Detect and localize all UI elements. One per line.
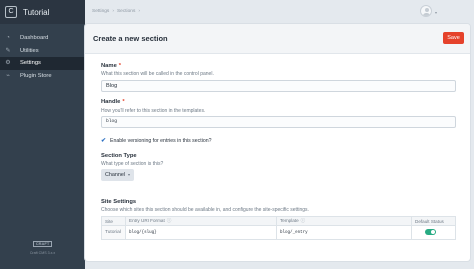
info-icon[interactable]: ⓘ [167,218,172,223]
avatar-body [423,13,430,16]
wrench-icon: ✎ [5,47,11,54]
default-status-cell [411,225,456,240]
name-field-instructions: What this section will be called in the … [101,71,214,77]
sidebar-item-label: Settings [20,60,41,67]
column-header-default-status: Default Status [411,216,456,226]
column-header-uri-format: Entry URI Format ⓘ [125,216,277,226]
sidebar-item-label: Utilities [20,47,39,54]
breadcrumb-sections[interactable]: Sections [117,9,135,14]
site-settings-label: Site Settings [101,199,137,205]
gauge-icon: ◔ [6,35,10,42]
breadcrumb-settings[interactable]: Settings [92,9,109,14]
name-input[interactable]: Blog [101,80,456,92]
site-name: Tutorial [23,7,50,17]
craft-badge: CRAFT [33,241,52,247]
section-type-instructions: What type of section is this? [101,161,164,167]
edition-label: Craft CMS 3.x.x [29,251,56,255]
sidebar-item-label: Dashboard [20,35,49,42]
section-type-value: Channel [105,172,126,178]
breadcrumb-separator: › [138,9,140,14]
sidebar-brand[interactable]: C Tutorial [0,0,85,24]
plug-icon: ⌁ [6,72,10,79]
required-indicator: * [118,63,122,69]
versioning-label: Enable versioning for entries in this se… [110,138,212,144]
handle-field-label: Handle * [101,99,125,105]
sidebar-item-settings[interactable]: ⚙ Settings [0,57,85,70]
sidebar: C Tutorial ◔ Dashboard ✎ Utilities ⚙ Set… [0,0,85,269]
save-button[interactable]: Save [443,32,464,44]
sidebar-nav: ◔ Dashboard ✎ Utilities ⚙ Settings ⌁ Plu… [0,32,85,82]
gear-icon: ⚙ [5,60,11,67]
info-icon[interactable]: ⓘ [301,218,306,223]
site-logo-icon: C [5,6,17,18]
column-header-template: Template ⓘ [276,216,412,226]
section-type-select[interactable]: Channel ▾ [101,169,134,181]
site-cell: Tutorial [101,225,126,240]
sidebar-item-label: Plugin Store [20,72,52,79]
main-content: Create a new section Save Name * What thi… [85,24,470,261]
page-title: Create a new section [93,34,168,43]
topbar: Settings › Sections › ▾ [85,0,474,24]
chevron-down-icon[interactable]: ▾ [435,10,437,15]
table-row: Tutorial blog/{slug} blog/_entry [101,225,456,240]
column-header-site: Site [101,216,126,226]
versioning-checkbox[interactable]: ✔ Enable versioning for entries in this … [101,138,212,144]
checkmark-icon: ✔ [101,138,107,144]
name-label-text: Name [101,63,117,69]
uri-format-input[interactable]: blog/{slug} [125,225,277,240]
site-settings-table: Site Entry URI Format ⓘ Template ⓘ Default… [101,216,456,240]
name-field-label: Name * [101,63,121,69]
toggle-knob [431,230,435,235]
section-type-label: Section Type [101,153,137,159]
table-header-row: Site Entry URI Format ⓘ Template ⓘ Default… [101,216,456,226]
breadcrumb-separator: › [112,9,114,14]
handle-field-instructions: How you'll refer to this section in the … [101,108,206,114]
chevron-down-icon: ▾ [127,172,130,177]
handle-input[interactable]: blog [101,116,456,128]
required-indicator: * [122,99,125,105]
sidebar-item-plugin-store[interactable]: ⌁ Plugin Store [0,70,85,83]
avatar-head [424,8,429,12]
breadcrumb: Settings › Sections › [92,9,140,14]
user-avatar[interactable] [420,5,432,17]
sidebar-item-dashboard[interactable]: ◔ Dashboard [0,32,85,45]
template-input[interactable]: blog/_entry [276,225,412,240]
handle-label-text: Handle [101,99,121,105]
default-status-toggle[interactable] [425,229,436,236]
site-settings-instructions: Choose which sites this section should b… [101,207,309,213]
page-header: Create a new section Save [85,24,470,54]
sidebar-item-utilities[interactable]: ✎ Utilities [0,45,85,58]
